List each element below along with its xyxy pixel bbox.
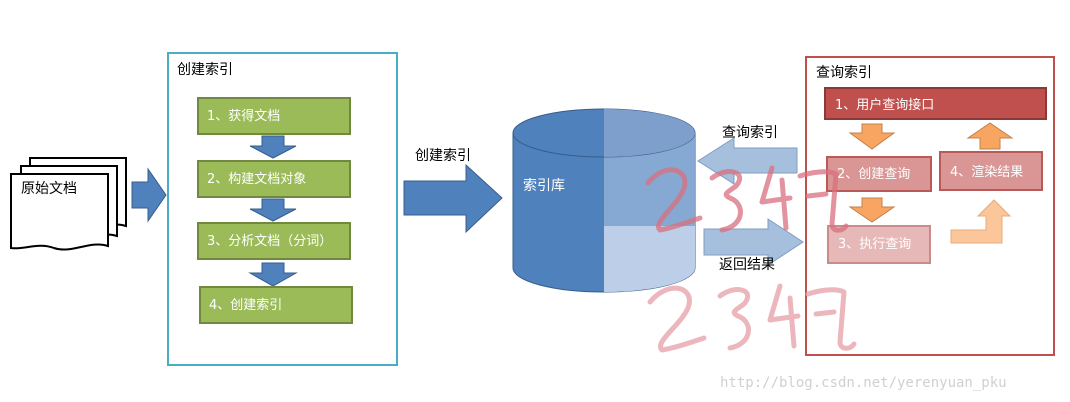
render-results-label: 4、渲染结果 (950, 165, 1023, 180)
execute-query-label: 3、执行查询 (838, 237, 911, 252)
step-create-index-label: 4、创建索引 (209, 298, 282, 313)
query-index-panel-title: 查询索引 (816, 64, 872, 81)
step-build-document-object-label: 2、构建文档对象 (207, 172, 306, 187)
create-index-panel-title: 创建索引 (177, 61, 233, 78)
index-database-icon (512, 108, 696, 293)
create-index-arrow-label: 创建索引 (415, 147, 471, 164)
source-documents-icon (10, 157, 127, 251)
return-results-arrow-label: 返回结果 (719, 257, 775, 273)
query-index-arrow-label: 查询索引 (722, 124, 778, 141)
arrow-to-create-index (131, 167, 167, 223)
index-database-label: 索引库 (523, 177, 565, 194)
url-watermark: http://blog.csdn.net/yerenyuan_pku (720, 375, 1007, 391)
source-document-label: 原始文档 (21, 181, 77, 197)
arrow-create-index-to-db (403, 163, 503, 234)
indexing-diagram: 原始文档 创建索引 1、获得文档 2、构建文档对象 3、分析文档（分词） 4、创… (10, 52, 1055, 391)
step-analyze-documents-label: 3、分析文档（分词） (207, 234, 332, 249)
step-get-documents-label: 1、获得文档 (207, 108, 280, 124)
user-query-interface-label: 1、用户查询接口 (835, 97, 934, 113)
create-query-label: 2、创建查询 (837, 167, 910, 182)
